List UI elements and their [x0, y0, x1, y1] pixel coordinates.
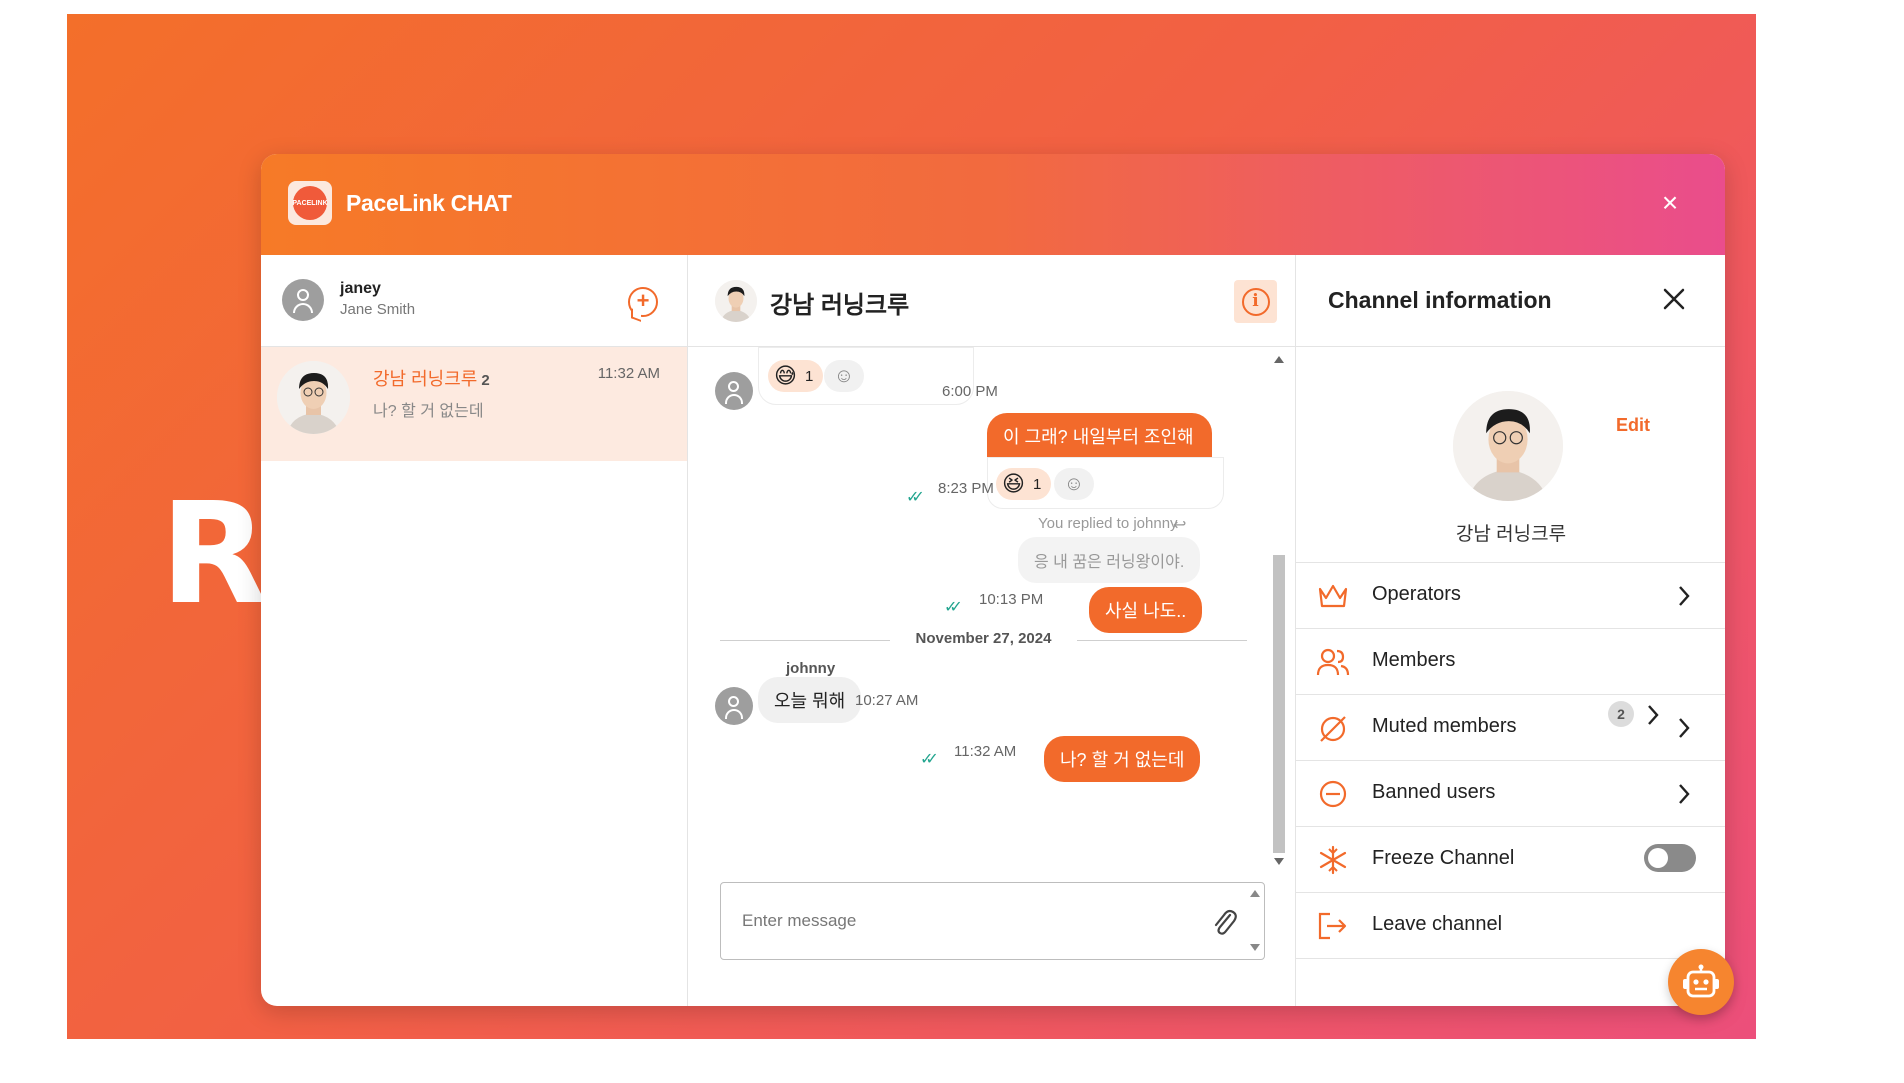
scroll-down-arrow-icon[interactable]: [1274, 858, 1284, 865]
paperclip-icon[interactable]: [1211, 907, 1237, 937]
message-composer: [720, 882, 1265, 960]
muted-count-badge: 2: [1608, 701, 1634, 727]
date-separator-label: November 27, 2024: [915, 630, 1052, 647]
menu-label: Freeze Channel: [1372, 847, 1515, 869]
conversation-header: 강남 러닝크루 i: [688, 255, 1295, 347]
sender-name: johnny: [786, 660, 836, 677]
channel-info-header: Channel information: [1296, 255, 1725, 347]
incoming-message-bubble[interactable]: 오늘 뭐해: [758, 677, 862, 723]
channel-profile-name: 강남 러닝크루: [1455, 524, 1567, 545]
composer-scroll-down-icon[interactable]: [1250, 944, 1260, 951]
chevron-right-icon: [1679, 784, 1690, 804]
snowflake-icon: [1316, 844, 1350, 876]
muted-icon: [1316, 712, 1350, 744]
outgoing-message-bubble[interactable]: 나? 할 거 없는데: [1044, 736, 1201, 782]
menu-label: Muted members: [1372, 715, 1517, 737]
message-time: 8:23 PM: [938, 480, 994, 497]
user-nickname: janey: [340, 280, 381, 297]
message-time: 11:32 AM: [954, 743, 1017, 760]
message-scrollbar[interactable]: [1270, 352, 1288, 867]
app-title: PaceLink CHAT: [346, 190, 512, 216]
channel-profile: Edit 강남 러닝크루: [1296, 347, 1725, 563]
read-receipt-icon: ✓✓: [920, 751, 939, 768]
reaction-pill[interactable]: 😅 1: [768, 360, 824, 392]
app-logo-mark: PACELINK: [292, 186, 328, 220]
message-time: 10:13 PM: [979, 591, 1044, 608]
leave-icon: [1316, 910, 1350, 942]
quoted-message[interactable]: 응 내 꿈은 러닝왕이야.: [1018, 537, 1201, 583]
channel-list-time: 11:32 AM: [597, 365, 660, 382]
chat-window: PACELINK PaceLink CHAT × janey Jane Smit…: [261, 154, 1725, 1006]
channel-list-panel: janey Jane Smith + 강남 러닝크루 2 11:32 AM 나? …: [261, 255, 688, 1006]
channel-member-count: 2: [481, 372, 490, 389]
reaction-count: 1: [804, 367, 814, 385]
add-reaction-icon[interactable]: ☺: [824, 360, 864, 392]
channel-profile-avatar: [1453, 391, 1563, 501]
reaction-emoji: 😆: [1002, 471, 1025, 496]
crown-icon: [1316, 580, 1350, 612]
add-reaction-icon[interactable]: ☺: [1054, 468, 1094, 500]
conversation-panel: 강남 러닝크루 i 😅 1 ☺ 6:00 PM 이 그래? 내일부터 조인해 😆…: [688, 255, 1295, 1006]
scroll-thumb[interactable]: [1273, 555, 1285, 853]
reply-hint: You replied to johnny: [1038, 515, 1178, 532]
sender-avatar[interactable]: [715, 687, 753, 725]
reply-arrow-icon: ↩: [1173, 517, 1187, 534]
freeze-channel-toggle[interactable]: [1644, 844, 1696, 872]
menu-leave-channel[interactable]: Leave channel: [1296, 893, 1725, 959]
channel-info-title: Channel information: [1328, 287, 1552, 313]
user-full-name: Jane Smith: [340, 301, 416, 318]
message-time: 6:00 PM: [942, 383, 998, 400]
new-channel-button[interactable]: +: [628, 287, 658, 317]
user-avatar[interactable]: [282, 279, 324, 321]
user-header: janey Jane Smith +: [261, 255, 687, 347]
robot-icon: [1683, 964, 1719, 998]
composer-scroll-up-icon[interactable]: [1250, 890, 1260, 897]
composer-scrollbar[interactable]: [1246, 883, 1264, 959]
channel-list-item[interactable]: 강남 러닝크루 2 11:32 AM 나? 할 거 없는데: [261, 347, 687, 461]
menu-banned-users[interactable]: Banned users: [1296, 761, 1725, 827]
menu-label: Members: [1372, 649, 1456, 671]
close-icon[interactable]: [1660, 285, 1688, 313]
message-time: 10:27 AM: [855, 692, 919, 709]
channel-info-button[interactable]: i: [1234, 280, 1277, 323]
channel-list-name: 강남 러닝크루 2: [373, 369, 490, 389]
edit-channel-button[interactable]: Edit: [1616, 415, 1650, 436]
read-receipt-icon: ✓✓: [906, 489, 925, 506]
menu-freeze-channel: Freeze Channel: [1296, 827, 1725, 893]
menu-members[interactable]: Members: [1296, 629, 1725, 695]
window-close-button[interactable]: ×: [1655, 188, 1685, 218]
channel-avatar: [277, 361, 350, 434]
channel-last-message: 나? 할 거 없는데: [373, 403, 484, 420]
menu-operators[interactable]: Operators: [1296, 563, 1725, 629]
scroll-up-arrow-icon[interactable]: [1274, 356, 1284, 363]
menu-label: Leave channel: [1372, 913, 1503, 935]
menu-label: Banned users: [1372, 781, 1496, 803]
reaction-emoji: 😅: [774, 363, 797, 388]
menu-muted-members[interactable]: Muted members 2: [1296, 695, 1725, 761]
chevron-right-icon: [1679, 718, 1690, 738]
outgoing-message-bubble[interactable]: 이 그래? 내일부터 조인해: [987, 413, 1212, 459]
date-separator: November 27, 2024: [720, 630, 1247, 650]
app-logo: PACELINK: [288, 181, 332, 225]
chevron-right-icon: [1679, 586, 1690, 606]
chevron-right-icon: [1648, 705, 1659, 725]
sender-avatar[interactable]: [715, 372, 753, 410]
read-receipt-icon: ✓✓: [944, 599, 963, 616]
conversation-title: 강남 러닝크루: [770, 292, 910, 319]
reaction-pill[interactable]: 😆 1: [996, 468, 1052, 500]
channel-info-panel: Channel information Edit 강남 러닝크루 Operato…: [1295, 255, 1725, 1006]
banned-icon: [1316, 778, 1350, 810]
message-list[interactable]: 😅 1 ☺ 6:00 PM 이 그래? 내일부터 조인해 😆 1 ☺ ✓✓ 8:…: [688, 347, 1295, 867]
outgoing-message-bubble[interactable]: 사실 나도..: [1089, 587, 1203, 633]
conversation-avatar: [715, 280, 757, 322]
message-input[interactable]: [722, 884, 1202, 958]
info-icon: i: [1241, 287, 1270, 316]
menu-label: Operators: [1372, 583, 1461, 605]
reaction-count: 1: [1032, 475, 1042, 493]
members-icon: [1316, 646, 1350, 678]
chatbot-button[interactable]: [1668, 949, 1734, 1015]
title-bar: PACELINK PaceLink CHAT ×: [261, 154, 1725, 255]
